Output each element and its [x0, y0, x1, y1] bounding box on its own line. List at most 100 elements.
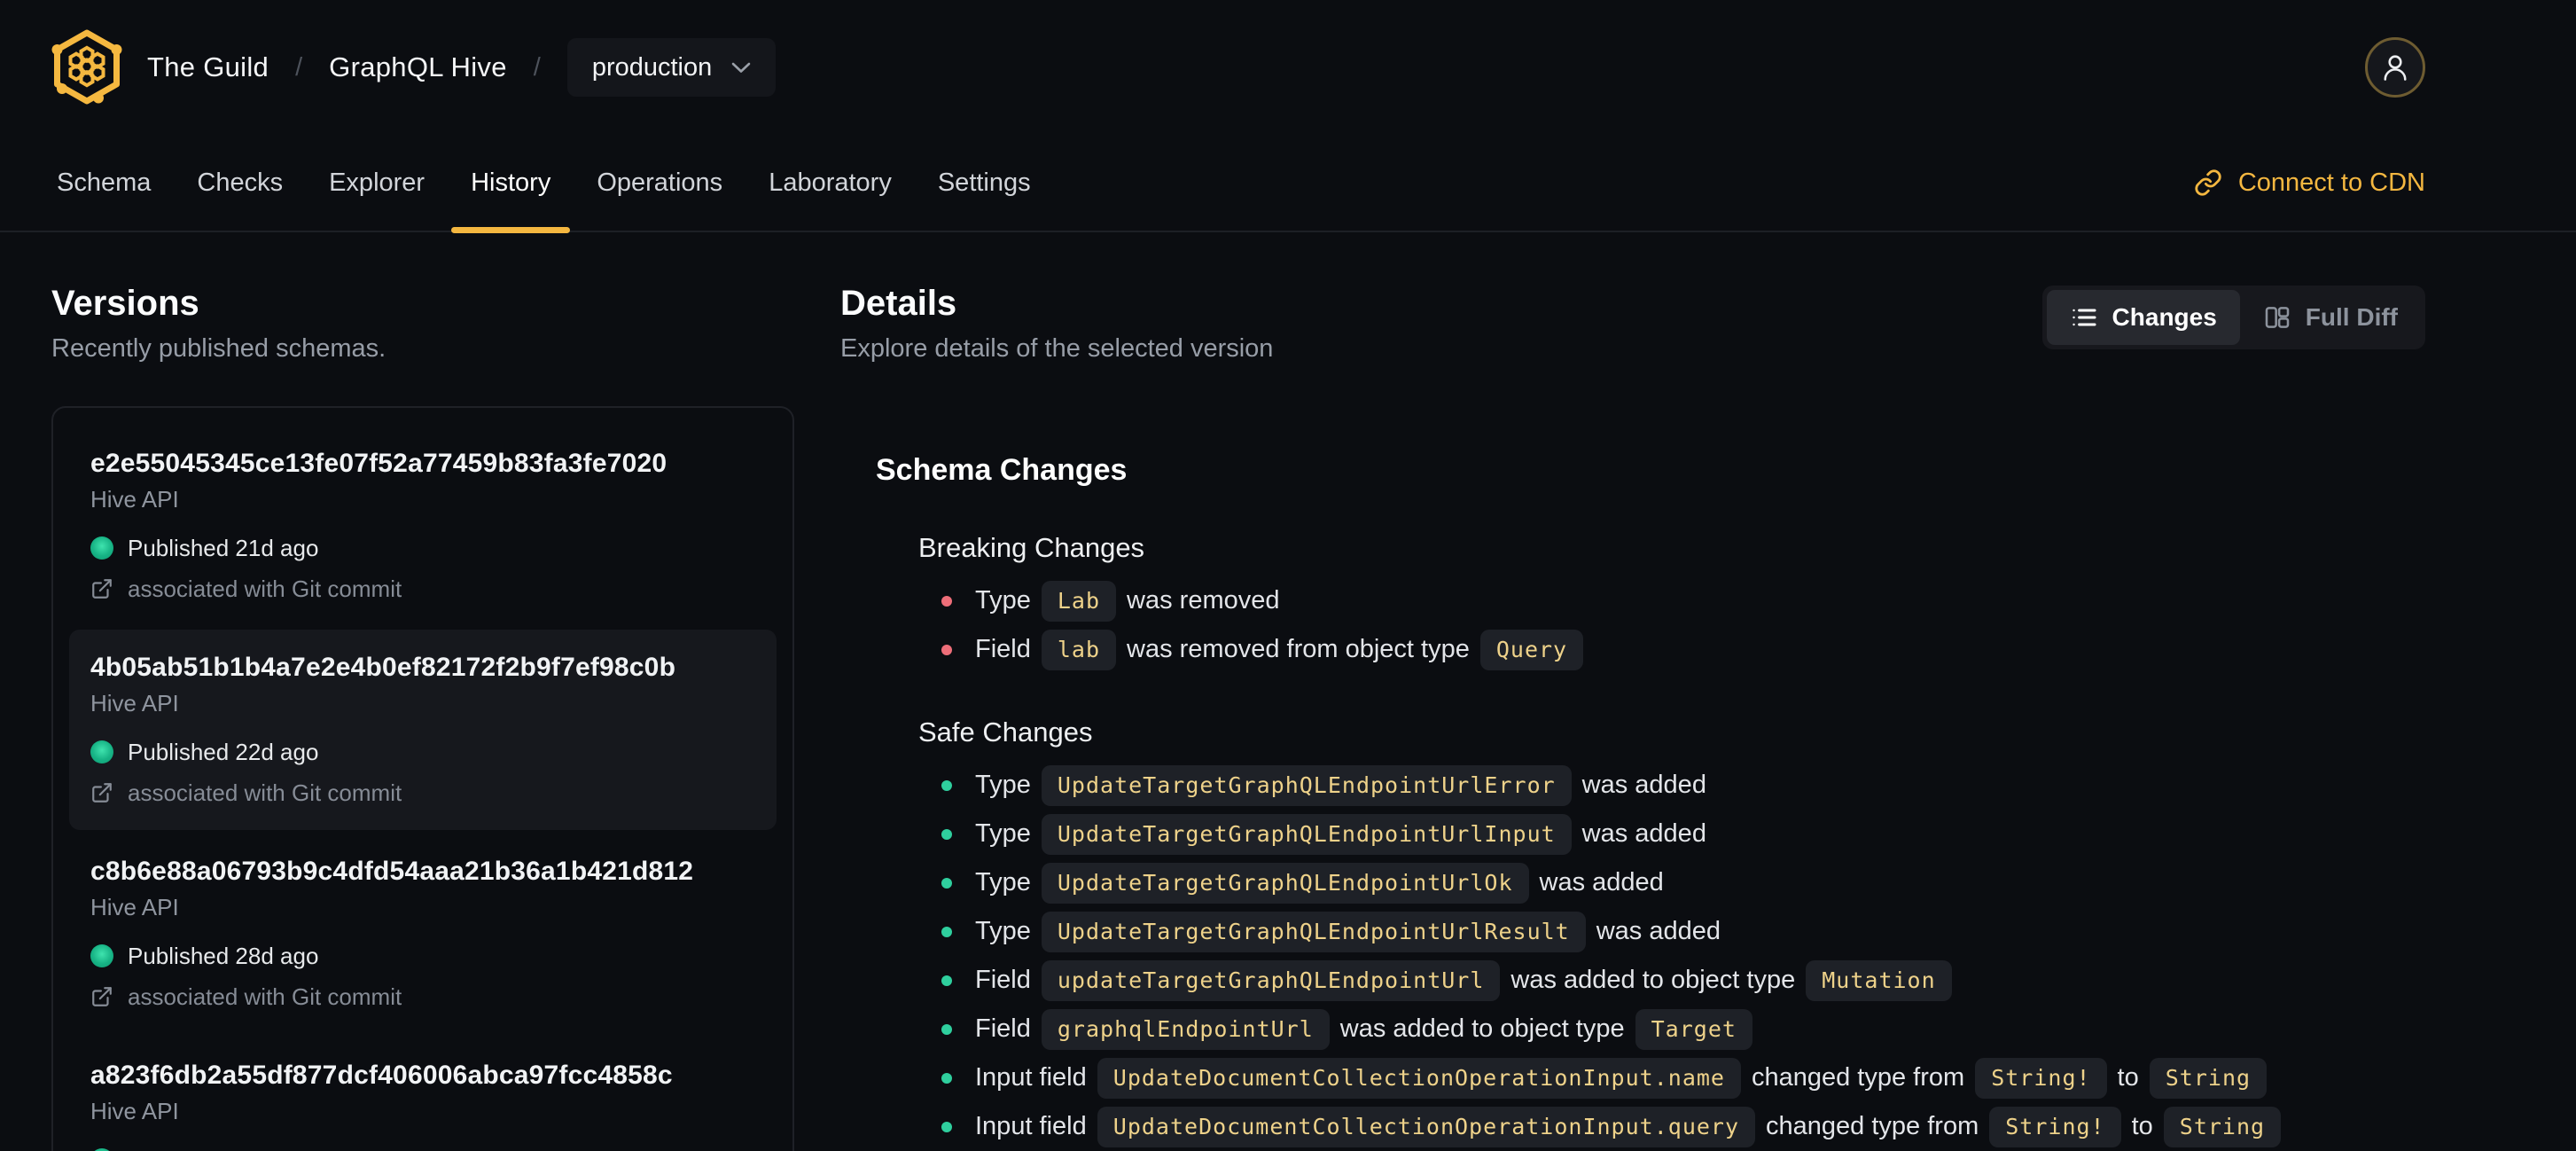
schema-change-item: Field updateTargetGraphQLEndpointUrl was a… [941, 956, 2425, 1005]
version-status-text: Published 21d ago [128, 535, 319, 561]
bullet-dot [941, 1121, 952, 1132]
code-badge: Mutation [1806, 959, 1952, 1001]
list-icon [2070, 303, 2098, 332]
breadcrumb: The Guild / GraphQL Hive / production [147, 38, 777, 97]
bullet-dot [941, 926, 952, 937]
breaking-changes-list: Type Lab was removed Field lab was removed f… [876, 576, 2425, 674]
code-badge: UpdateTargetGraphQLEndpointUrlInput [1041, 813, 1572, 855]
change-text: was added to object type [1510, 966, 1796, 994]
version-status-text: Published 22d ago [128, 739, 319, 765]
code-badge: String! [1975, 1057, 2107, 1099]
version-hash: e2e55045345ce13fe07f52a77459b83fa3fe7020 [90, 449, 667, 478]
external-link-icon [90, 985, 113, 1008]
tab-label: Settings [937, 168, 1031, 197]
breadcrumb-separator: / [533, 52, 541, 82]
safe-changes-heading: Safe Changes [918, 716, 1093, 748]
versions-subtitle: Recently published schemas. [51, 334, 386, 363]
change-text: was added [1581, 771, 1706, 799]
external-link-icon [90, 781, 113, 804]
change-text: Field [975, 635, 1031, 663]
breadcrumb-separator: / [295, 52, 303, 82]
git-commit-link-label: associated with Git commit [128, 576, 402, 602]
version-service: Hive API [90, 1098, 179, 1124]
connect-to-cdn-link[interactable]: Connect to CDN [2194, 168, 2425, 198]
change-text: Type [975, 917, 1031, 945]
code-badge: lab [1041, 629, 1117, 670]
schema-change-item: Field graphqlEndpointUrl was added to obje… [941, 1005, 2425, 1053]
version-service: Hive API [90, 690, 179, 716]
schema-change-item: Input field UpdateDocumentCollectionOpera… [941, 1102, 2425, 1151]
change-text: changed type from [1751, 1063, 1965, 1092]
schema-change-item: Type UpdateTargetGraphQLEndpointUrlResult… [941, 907, 2425, 956]
version-status: Published 28d ago [90, 940, 755, 972]
change-text: changed type from [1766, 1112, 1979, 1140]
tab-label: History [471, 168, 551, 197]
view-toggle: Changes Full Diff [2041, 286, 2425, 349]
change-text: was added [1596, 917, 1721, 945]
published-dot [90, 536, 113, 560]
details-panel: Details Explore details of the selected … [840, 282, 2425, 1151]
bullet-dot [941, 595, 952, 607]
tab-laboratory[interactable]: Laboratory [745, 134, 915, 231]
details-heading-group: Details Explore details of the selected … [840, 282, 1273, 365]
changes-view-label: Changes [2112, 303, 2217, 331]
tab-history[interactable]: History [448, 134, 574, 233]
tab-schema[interactable]: Schema [34, 134, 174, 231]
git-commit-link[interactable]: associated with Git commit [90, 981, 755, 1013]
target-selector[interactable]: production [566, 38, 777, 97]
link-icon [2194, 168, 2222, 197]
schema-change-item: Field lab was removed from object type Quer… [941, 625, 2425, 674]
change-text: was removed [1127, 586, 1280, 615]
full-diff-view-button[interactable]: Full Diff [2240, 290, 2421, 345]
tab-explorer[interactable]: Explorer [306, 134, 448, 231]
breadcrumb-project[interactable]: GraphQL Hive [329, 51, 507, 83]
code-badge: String [2163, 1106, 2282, 1147]
change-text: Field [975, 1014, 1031, 1043]
full-diff-view-label: Full Diff [2305, 303, 2398, 331]
code-badge: UpdateDocumentCollectionOperationInput.q… [1097, 1106, 1756, 1147]
tab-operations[interactable]: Operations [574, 134, 745, 231]
git-commit-link[interactable]: associated with Git commit [90, 573, 755, 605]
changes-view-button[interactable]: Changes [2046, 290, 2240, 345]
version-hash: c8b6e88a06793b9c4dfd54aaa21b36a1b421d812 [90, 857, 694, 886]
versions-panel: Versions Recently published schemas. e2e… [51, 282, 794, 1151]
version-item[interactable]: 4b05ab51b1b4a7e2e4b0ef82172f2b9f7ef98c0b… [69, 630, 777, 830]
version-item[interactable]: e2e55045345ce13fe07f52a77459b83fa3fe7020… [69, 426, 777, 626]
connect-to-cdn-label: Connect to CDN [2237, 168, 2425, 197]
change-text: Input field [975, 1112, 1087, 1140]
code-badge: Target [1635, 1008, 1752, 1050]
target-selector-value: production [591, 52, 713, 82]
git-commit-link[interactable]: associated with Git commit [90, 777, 755, 809]
tab-bar: Schema Checks Explorer History Operation… [0, 134, 2576, 233]
nav-tabs: Schema Checks Explorer History Operation… [34, 134, 1054, 233]
version-hash: a823f6db2a55df877dcf406006abca97fcc4858c [90, 1061, 673, 1090]
hive-logo-icon[interactable] [51, 28, 122, 106]
version-status-text: Published 28d ago [128, 943, 319, 969]
tab-checks[interactable]: Checks [174, 134, 306, 231]
version-item[interactable]: c8b6e88a06793b9c4dfd54aaa21b36a1b421d812… [69, 834, 777, 1034]
version-item[interactable]: a823f6db2a55df877dcf406006abca97fcc4858c… [69, 1037, 777, 1151]
version-list: e2e55045345ce13fe07f52a77459b83fa3fe7020… [51, 406, 794, 1151]
breadcrumb-org[interactable]: The Guild [147, 51, 269, 83]
change-text: Type [975, 771, 1031, 799]
schema-change-item: Type UpdateTargetGraphQLEndpointUrlInput w… [941, 810, 2425, 858]
bullet-dot [941, 779, 952, 791]
top-bar: The Guild / GraphQL Hive / production [0, 0, 2576, 135]
columns-icon [2263, 303, 2291, 332]
schema-change-item: Input field UpdateDocumentCollectionOpera… [941, 1053, 2425, 1102]
code-badge: String! [1989, 1106, 2121, 1147]
user-menu-button[interactable] [2365, 37, 2425, 98]
change-text: Field [975, 966, 1031, 994]
schema-change-item: Type UpdateTargetGraphQLEndpointUrlOk was … [941, 858, 2425, 907]
change-text: Type [975, 586, 1031, 615]
tab-label: Laboratory [769, 168, 892, 197]
bullet-dot [941, 1023, 952, 1035]
code-badge: UpdateTargetGraphQLEndpointUrlOk [1041, 862, 1529, 904]
version-service: Hive API [90, 486, 179, 513]
tab-label: Operations [597, 168, 723, 197]
code-badge: graphqlEndpointUrl [1041, 1008, 1330, 1050]
version-status-text: Published 40d ago [128, 1144, 318, 1151]
external-link-icon [90, 577, 113, 600]
change-text: was removed from object type [1127, 635, 1470, 663]
tab-settings[interactable]: Settings [915, 134, 1054, 231]
